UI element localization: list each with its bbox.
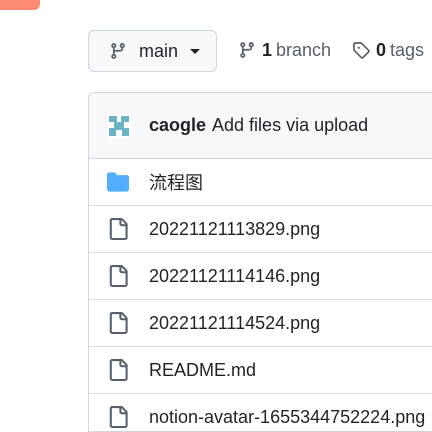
commit-message[interactable]: Add files via upload [212, 115, 368, 136]
file-list: caogle Add files via upload 流程图 20221121… [88, 92, 432, 432]
branch-count-label: branch [276, 39, 332, 60]
branches-link[interactable]: 1 branch [238, 38, 331, 62]
file-name[interactable]: 20221121114524.png [149, 313, 320, 334]
file-name[interactable]: 20221121114146.png [149, 266, 320, 287]
list-item[interactable]: README.md [89, 347, 432, 394]
tag-count: 0 [376, 39, 387, 60]
repo-toolbar: main 1 branch 0 tags [0, 0, 432, 100]
list-item[interactable]: notion-avatar-1655344752224.png [89, 394, 432, 431]
commit-author[interactable]: caogle [149, 115, 206, 136]
file-name[interactable]: README.md [149, 360, 256, 381]
latest-commit-row: caogle Add files via upload [89, 93, 432, 159]
file-icon [107, 218, 129, 240]
tags-link[interactable]: 0 tags [352, 38, 424, 62]
tag-icon [352, 41, 370, 59]
git-branch-icon [238, 41, 256, 59]
list-item[interactable]: 20221121114524.png [89, 300, 432, 347]
tag-count-label: tags [390, 39, 425, 60]
folder-icon [107, 171, 129, 193]
file-name[interactable]: 流程图 [149, 169, 203, 195]
branch-select-label: main [139, 40, 179, 61]
list-item[interactable]: 20221121113829.png [89, 206, 432, 253]
file-icon [107, 406, 129, 428]
file-name[interactable]: notion-avatar-1655344752224.png [149, 407, 425, 428]
list-item[interactable]: 20221121114146.png [89, 253, 432, 300]
chevron-down-icon [190, 48, 201, 54]
file-icon [107, 312, 129, 334]
file-name[interactable]: 20221121113829.png [149, 219, 320, 240]
file-icon [107, 359, 129, 381]
avatar[interactable] [105, 112, 133, 140]
branch-select-button[interactable]: main [88, 30, 217, 72]
file-icon [107, 265, 129, 287]
git-branch-icon [109, 42, 127, 60]
list-item[interactable]: 流程图 [89, 159, 432, 206]
branch-count: 1 [262, 39, 273, 60]
